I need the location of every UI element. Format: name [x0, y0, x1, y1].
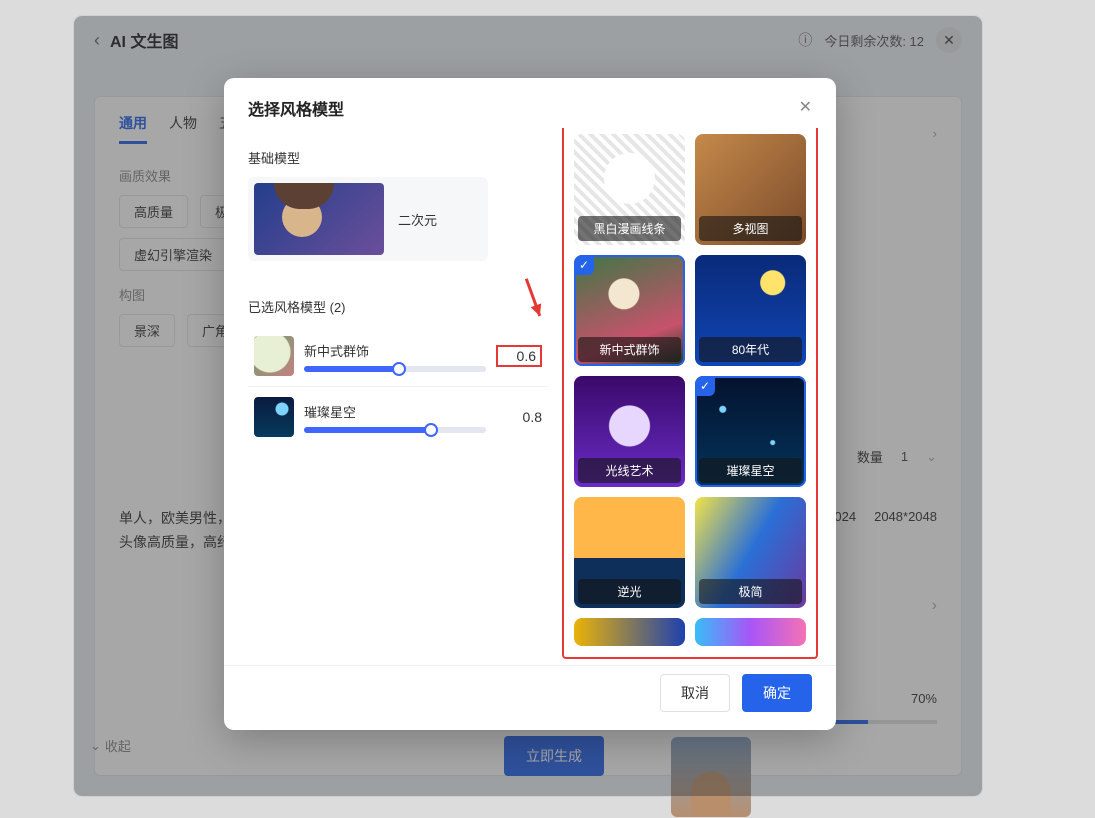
style-card-art	[695, 618, 806, 646]
style-weight-value: 0.6	[496, 345, 542, 367]
modal-left-column: 基础模型 二次元 已选风格模型 (2) 新中式群饰 0.6 璀璨星空 0.8	[248, 128, 548, 653]
close-icon[interactable]: ✕	[799, 100, 812, 116]
style-card-label: 逆光	[578, 579, 681, 604]
style-weight-value: 0.8	[496, 409, 542, 425]
selected-style-item: 新中式群饰 0.6	[248, 326, 548, 387]
selected-styles-section: 已选风格模型 (2)	[248, 297, 548, 316]
style-modal: 选择风格模型 ✕ 基础模型 二次元 已选风格模型 (2) 新中式群饰 0.6 璀璨星…	[224, 78, 836, 730]
style-card[interactable]: 逆光	[574, 497, 685, 608]
style-grid: 黑白漫画线条多视图新中式群饰 80年代光线艺术璀璨星空逆光极简	[574, 134, 806, 646]
selected-styles-list: 新中式群饰 0.6 璀璨星空 0.8	[248, 326, 548, 447]
style-card[interactable]: 光线艺术	[574, 376, 685, 487]
style-card-label: 璀璨星空	[699, 458, 802, 483]
style-card-label: 多视图	[699, 216, 802, 241]
style-weight-slider[interactable]	[304, 366, 486, 372]
modal-footer: 取消 确定	[224, 665, 836, 730]
style-card-label: 黑白漫画线条	[578, 216, 681, 241]
base-model-section: 基础模型	[248, 148, 548, 167]
style-card[interactable]	[695, 618, 806, 646]
style-card-label: 极简	[699, 579, 802, 604]
style-card-label: 80年代	[699, 337, 802, 362]
style-name: 璀璨星空	[304, 402, 486, 421]
style-card[interactable]: 璀璨星空	[695, 376, 806, 487]
style-card-art	[574, 618, 685, 646]
confirm-button[interactable]: 确定	[742, 674, 812, 712]
style-name: 新中式群饰	[304, 341, 486, 360]
style-weight-slider[interactable]	[304, 427, 486, 433]
selected-style-item: 璀璨星空 0.8	[248, 387, 548, 447]
modal-title: 选择风格模型	[248, 96, 344, 120]
style-card[interactable]: 极简	[695, 497, 806, 608]
cancel-button[interactable]: 取消	[660, 674, 730, 712]
style-card-art	[695, 376, 806, 487]
base-model-thumb	[254, 183, 384, 255]
base-model-name: 二次元	[398, 210, 437, 229]
style-card[interactable]: 黑白漫画线条	[574, 134, 685, 245]
style-card-label: 新中式群饰	[578, 337, 681, 362]
style-card[interactable]	[574, 618, 685, 646]
style-card[interactable]: 多视图	[695, 134, 806, 245]
style-thumb	[254, 336, 294, 376]
style-card-art	[574, 255, 685, 366]
base-model-card[interactable]: 二次元	[248, 177, 488, 261]
modal-right-column: 黑白漫画线条多视图新中式群饰 80年代光线艺术璀璨星空逆光极简	[568, 128, 812, 653]
style-card-label: 光线艺术	[578, 458, 681, 483]
style-card[interactable]: 新中式群饰	[574, 255, 685, 366]
style-card[interactable]: 80年代	[695, 255, 806, 366]
style-thumb	[254, 397, 294, 437]
